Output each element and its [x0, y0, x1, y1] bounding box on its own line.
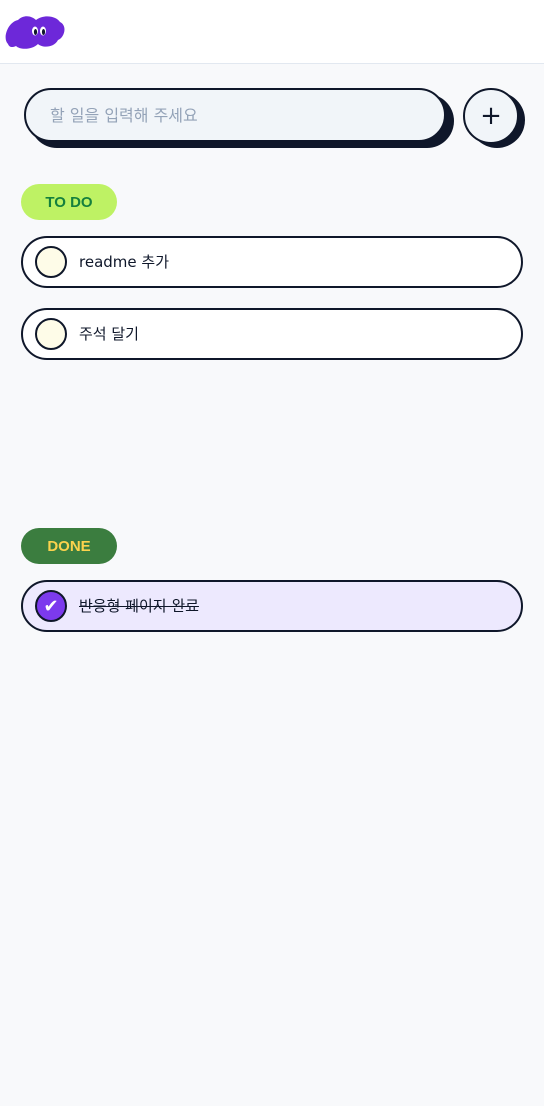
todo-item[interactable]: readme 추가: [21, 236, 523, 288]
todo-input[interactable]: [24, 88, 446, 142]
checkbox[interactable]: [35, 318, 67, 350]
checkmark-icon: ✔: [43, 595, 59, 617]
checkbox[interactable]: [35, 246, 67, 278]
plus-icon: +: [480, 101, 502, 131]
done-item-text: 반응형 페이지 완료: [79, 597, 199, 615]
add-button[interactable]: +: [463, 88, 519, 144]
app-header: [0, 0, 544, 64]
logo-icon[interactable]: [2, 12, 66, 52]
checkbox-checked[interactable]: ✔: [35, 590, 67, 622]
todo-item-text: 주석 달기: [79, 325, 139, 343]
todo-item-text: readme 추가: [79, 253, 169, 271]
done-section-badge: DONE: [21, 528, 117, 564]
todo-section-badge: TO DO: [21, 184, 117, 220]
done-item[interactable]: ✔ 반응형 페이지 완료: [21, 580, 523, 632]
todo-item[interactable]: 주석 달기: [21, 308, 523, 360]
todo-input-wrapper: [24, 88, 454, 148]
add-button-wrapper: +: [463, 88, 527, 150]
